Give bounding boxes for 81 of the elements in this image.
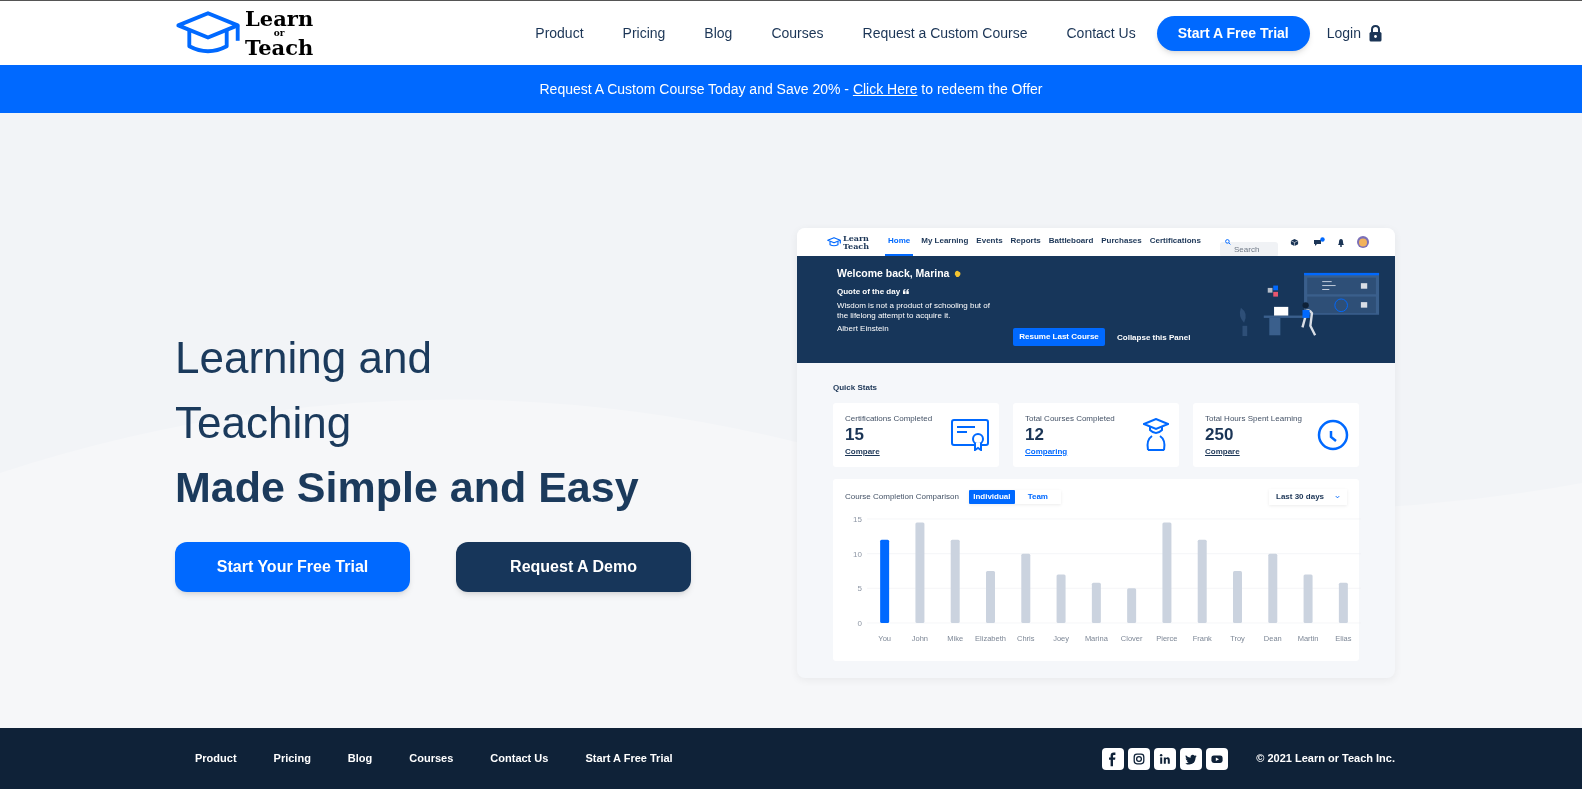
avatar-icon[interactable] [1357,236,1369,248]
facebook-icon[interactable] [1102,747,1125,770]
axis-tick-label: 15 [853,515,862,524]
nav-link[interactable]: Contact Us [1066,22,1136,44]
resume-course-button[interactable]: Resume Last Course [1013,328,1105,346]
hero-line: Learning and [175,332,433,384]
quick-stats-heading: Quick Stats [833,383,877,392]
chart-bar [1233,571,1242,623]
linkedin-icon[interactable] [1154,747,1177,770]
chart-title: Course Completion Comparison [845,491,959,503]
axis-tick-label: 5 [857,584,862,594]
preview-nav-tab[interactable]: Battleboard [1048,228,1094,256]
preview-nav-tab[interactable]: Reports [1010,228,1041,256]
chart-bar [1303,574,1313,623]
quote-icon [903,289,910,295]
preview-logo-text: Learn [843,234,869,242]
footer-link[interactable]: Blog [347,750,373,767]
copyright-text: © 2021 Learn or Teach Inc. [1256,751,1395,767]
preview-nav-tab[interactable]: Events [976,228,1003,256]
chart-bar [1021,553,1031,623]
compare-link[interactable]: Compare [1205,445,1240,458]
axis-tick-label: 0 [857,619,862,628]
twitter-icon[interactable] [1180,747,1203,770]
nav-link[interactable]: Product [535,22,584,44]
preview-logo-text: Teach [843,242,869,250]
footer-link[interactable]: Product [195,750,237,767]
promo-text: Request A Custom Course Today and Save 20% - Click Here to redeem the Offer [539,79,1043,99]
nav-link[interactable]: Courses [771,22,824,44]
quote-label: Quote of the day [837,285,901,298]
nav-link[interactable]: Pricing [622,22,666,44]
collapse-panel-link[interactable]: Collapse this Panel [1117,332,1191,344]
chart-bar [1056,574,1066,623]
chat-icon[interactable] [1313,237,1325,247]
stat-value: 250 [1205,424,1234,445]
instagram-icon[interactable] [1128,747,1151,770]
nav-link[interactable]: Blog [704,22,733,44]
youtube-icon[interactable] [1206,747,1229,770]
demo-button[interactable]: Request A Demo [456,542,691,592]
stat-value: 15 [845,424,864,445]
compare-link[interactable]: Comparing [1025,445,1068,458]
free-trial-button[interactable]: Start Your Free Trial [175,542,410,592]
hero-line: Teaching [175,397,353,449]
view-toggle-tab[interactable]: Team [1014,490,1061,504]
free-trial-button[interactable]: Start A Free Trial [1156,15,1310,51]
bell-icon[interactable] [1337,237,1345,247]
footer-link[interactable]: Courses [409,750,454,767]
quote-author: Albert Einstein [837,322,890,335]
chevron-down-icon [1335,495,1340,499]
certificate-icon [951,419,989,451]
footer-link[interactable]: Start A Free Trial [585,750,673,767]
preview-nav-tab[interactable]: Certifications [1149,228,1201,256]
box-icon[interactable] [1290,237,1299,247]
stat-label: Total Hours Spent Learning [1205,412,1302,425]
date-range-dropdown[interactable]: Last 30 days [1269,489,1347,505]
clock-icon [1317,419,1349,451]
logo-wordmark: Learn or Teach [245,8,314,58]
axis-tick-label: 10 [853,549,862,559]
preview-nav-tab[interactable]: My Learning [921,228,969,256]
chart-bar [1338,582,1348,623]
click-here-link[interactable]: Click Here [852,80,918,97]
nav-link[interactable]: Request a Custom Course [862,22,1028,44]
footer-link[interactable]: Contact Us [490,750,549,767]
view-toggle-tab[interactable]: Individual [968,490,1015,504]
hero-headline: Made Simple and Easy [175,462,640,513]
lock-icon [1369,24,1382,42]
preview-nav-tab[interactable]: Purchases [1101,228,1142,256]
stat-value: 12 [1025,424,1044,445]
footer-link[interactable]: Pricing [273,750,311,767]
welcome-heading: Welcome back, Marina [837,266,950,281]
chart-bar [1091,582,1101,623]
stat-label: Total Courses Completed [1025,412,1115,425]
chart-bar [1127,588,1137,623]
stat-label: Certifications Completed [845,412,933,425]
chart-bar [986,571,995,623]
graduation-cap-icon [827,237,841,247]
quote-text: Wisdom is not a product of schooling but of the lifelong attempt to acquire it. [837,300,991,321]
login-link[interactable]: Login [1326,22,1361,44]
compare-link[interactable]: Compare [845,445,880,458]
graduate-icon [1143,418,1169,452]
preview-search-field[interactable]: Search [1220,241,1278,257]
chart-bar [1268,553,1278,623]
